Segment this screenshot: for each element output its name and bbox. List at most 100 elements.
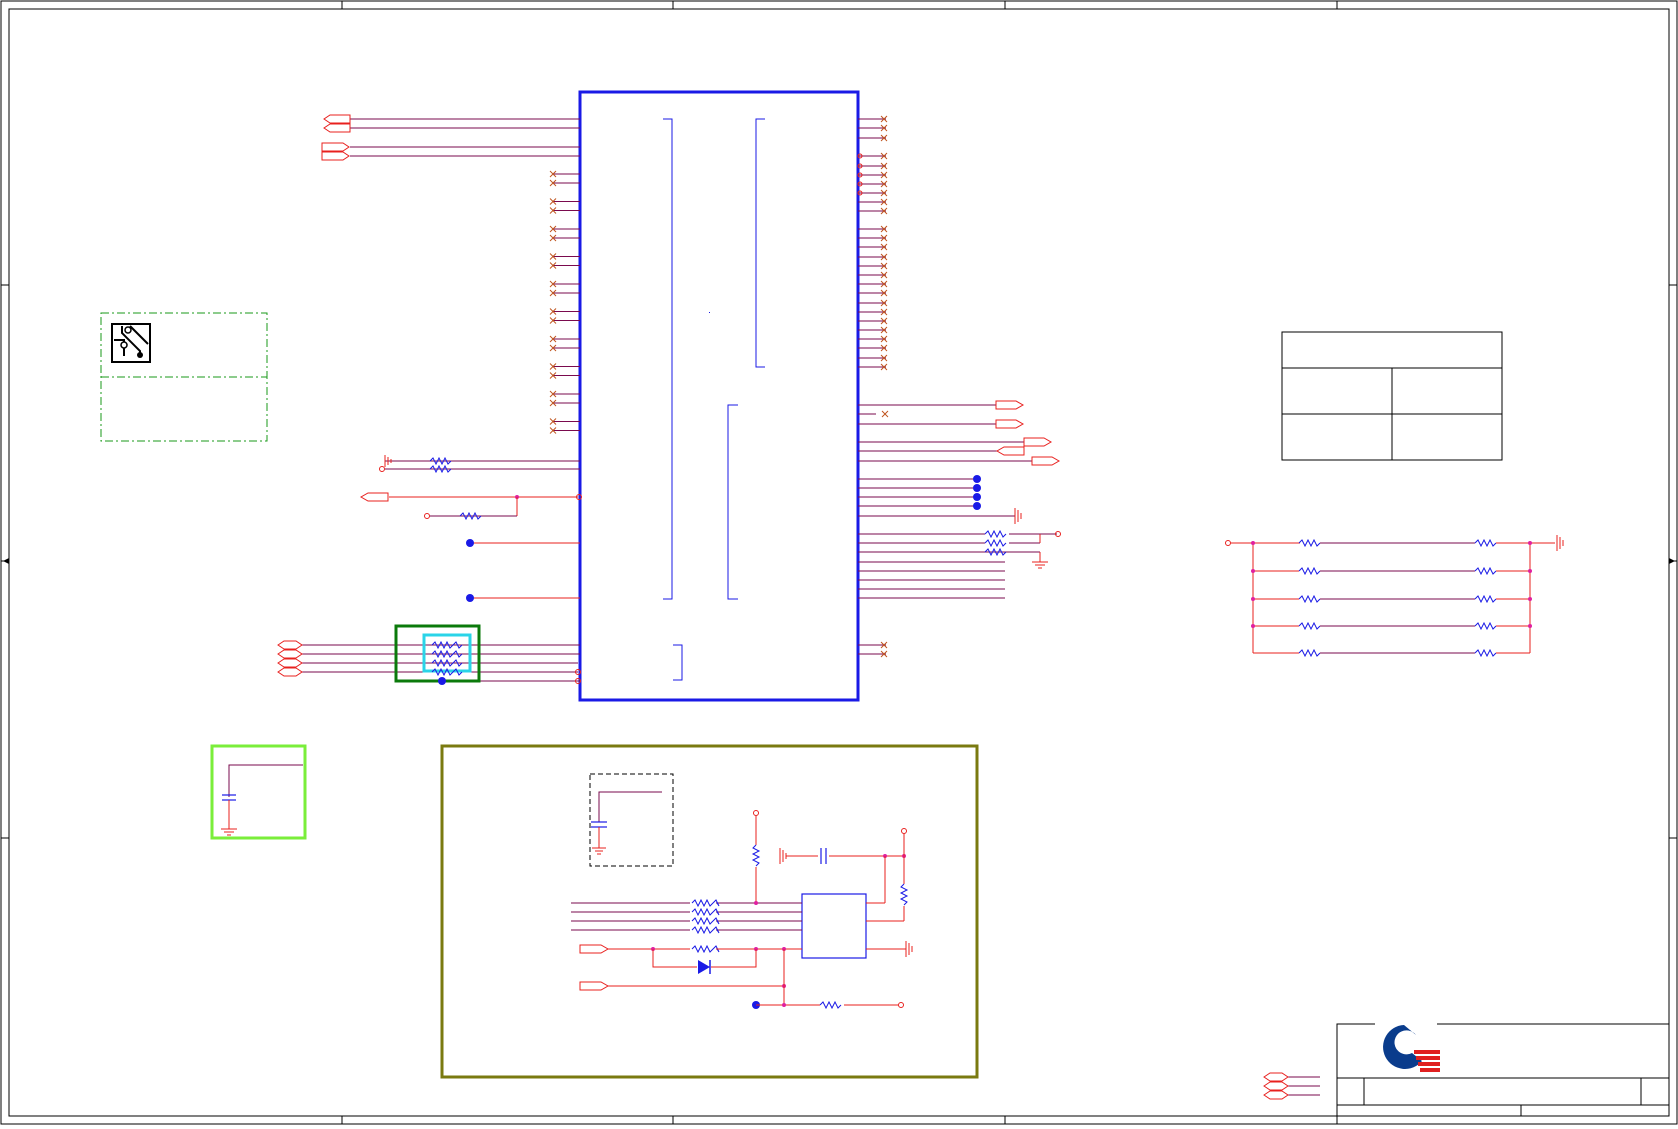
pin-junction: [1528, 569, 1532, 573]
left-ground-resistors[interactable]: [379, 455, 581, 474]
right-port-labels[interactable]: [995, 400, 1061, 466]
center-dot: [709, 312, 710, 313]
test-point[interactable]: [466, 594, 474, 602]
ground-symbol: [905, 941, 913, 957]
power-port[interactable]: [898, 1002, 904, 1008]
right-bottom-nc: [858, 641, 888, 658]
right-junction-dots[interactable]: [973, 475, 981, 510]
port-input-6[interactable]: [579, 981, 610, 991]
net-junction[interactable]: [973, 484, 981, 492]
pcb-trace-icon: [111, 323, 151, 363]
left-port-labels[interactable]: [321, 114, 351, 161]
power-port[interactable]: [424, 513, 430, 519]
capacitor[interactable]: [591, 821, 607, 828]
resistor[interactable]: [1474, 594, 1497, 604]
pin-junction: [1528, 624, 1532, 628]
resistor[interactable]: [1298, 538, 1321, 548]
pin-junction: [1528, 597, 1532, 601]
company-logo-icon: [1375, 1020, 1440, 1072]
resistor[interactable]: [1298, 594, 1321, 604]
port-bidir-6[interactable]: [1263, 1081, 1289, 1091]
port-output-2[interactable]: [321, 151, 350, 161]
power-port[interactable]: [1225, 540, 1231, 546]
internal-bracket-mid: [755, 118, 765, 368]
diode[interactable]: [698, 960, 711, 974]
port-output-3[interactable]: [995, 400, 1025, 410]
resistor-ladder[interactable]: [1225, 535, 1564, 653]
pin-junction: [1251, 541, 1255, 545]
ground-symbol: [592, 847, 606, 855]
title-block-ports[interactable]: [1263, 1072, 1320, 1100]
resistor[interactable]: [691, 944, 720, 954]
decoupling-cap-box[interactable]: [210, 744, 307, 840]
resistor[interactable]: [984, 529, 1007, 539]
ground-symbol: [779, 848, 787, 864]
pin-junction: [1251, 597, 1255, 601]
port-output-6[interactable]: [1031, 456, 1061, 466]
port-bidir-7[interactable]: [1263, 1090, 1289, 1100]
main-ic[interactable]: [578, 90, 860, 702]
power-port[interactable]: [753, 810, 759, 816]
internal-bracket-lower: [727, 404, 738, 600]
resistor[interactable]: [1298, 566, 1321, 576]
port-bidir-2[interactable]: [277, 649, 303, 659]
port-output-1[interactable]: [321, 142, 350, 152]
resistor[interactable]: [819, 1000, 842, 1010]
net-junction[interactable]: [973, 502, 981, 510]
power-port[interactable]: [379, 466, 385, 472]
resistor[interactable]: [1298, 621, 1321, 631]
resistor[interactable]: [751, 844, 761, 867]
net-junction[interactable]: [973, 493, 981, 501]
resistor[interactable]: [1474, 648, 1497, 658]
resistor[interactable]: [1298, 648, 1321, 658]
pin-junction: [1251, 624, 1255, 628]
resistor[interactable]: [899, 883, 909, 906]
power-port[interactable]: [901, 828, 907, 834]
internal-bracket-small: [673, 644, 683, 681]
capacitor[interactable]: [820, 848, 827, 864]
schematic-sheet: [0, 0, 1678, 1125]
resistor[interactable]: [1474, 566, 1497, 576]
port-input-5[interactable]: [579, 944, 610, 954]
highlight-box-cyan[interactable]: [422, 633, 472, 673]
port-output-4[interactable]: [995, 419, 1025, 429]
pin-junction: [1528, 541, 1532, 545]
port-output-5[interactable]: [1023, 437, 1053, 447]
right-plain-nets: [858, 561, 1005, 599]
pin-junction: [754, 901, 758, 905]
port-input-1[interactable]: [323, 114, 351, 124]
left-reset-net[interactable]: [359, 492, 582, 521]
ground-symbol-right: [1014, 508, 1022, 524]
port-bidir-4[interactable]: [277, 667, 303, 677]
test-point[interactable]: [438, 677, 446, 685]
main-ic-body[interactable]: [578, 90, 860, 702]
port-bidir-3[interactable]: [277, 658, 303, 668]
port-input-2[interactable]: [323, 123, 351, 133]
schematic-canvas: [0, 0, 1678, 1125]
left-port-nets: [350, 118, 580, 157]
test-point[interactable]: [466, 539, 474, 547]
port-bidir-1[interactable]: [277, 640, 303, 650]
resistor[interactable]: [1474, 538, 1497, 548]
resistor-array-ports[interactable]: [277, 640, 303, 677]
resistor[interactable]: [1474, 621, 1497, 631]
port-input-3[interactable]: [995, 446, 1025, 456]
left-test-points[interactable]: [466, 539, 580, 602]
right-no-connect-extra: [881, 410, 889, 418]
resistor[interactable]: [984, 538, 1007, 548]
series-resistors[interactable]: [691, 898, 720, 935]
port-bidir-5[interactable]: [1263, 1072, 1289, 1082]
sub-circuit-box[interactable]: [440, 744, 979, 1079]
info-table: [1281, 331, 1503, 461]
right-junction-nets: [858, 478, 1015, 517]
sub-ic[interactable]: [801, 893, 867, 959]
resistor-ladder-rows[interactable]: [1251, 538, 1532, 658]
port-input-4[interactable]: [359, 492, 389, 502]
pin-junction: [1251, 569, 1255, 573]
pcb-note-box: [100, 312, 268, 442]
right-arrow-icon: [1669, 558, 1675, 564]
internal-bracket-left: [663, 118, 673, 600]
net-junction[interactable]: [973, 475, 981, 483]
left-no-connect-pins: [549, 170, 580, 434]
left-arrow-icon: [3, 558, 9, 564]
